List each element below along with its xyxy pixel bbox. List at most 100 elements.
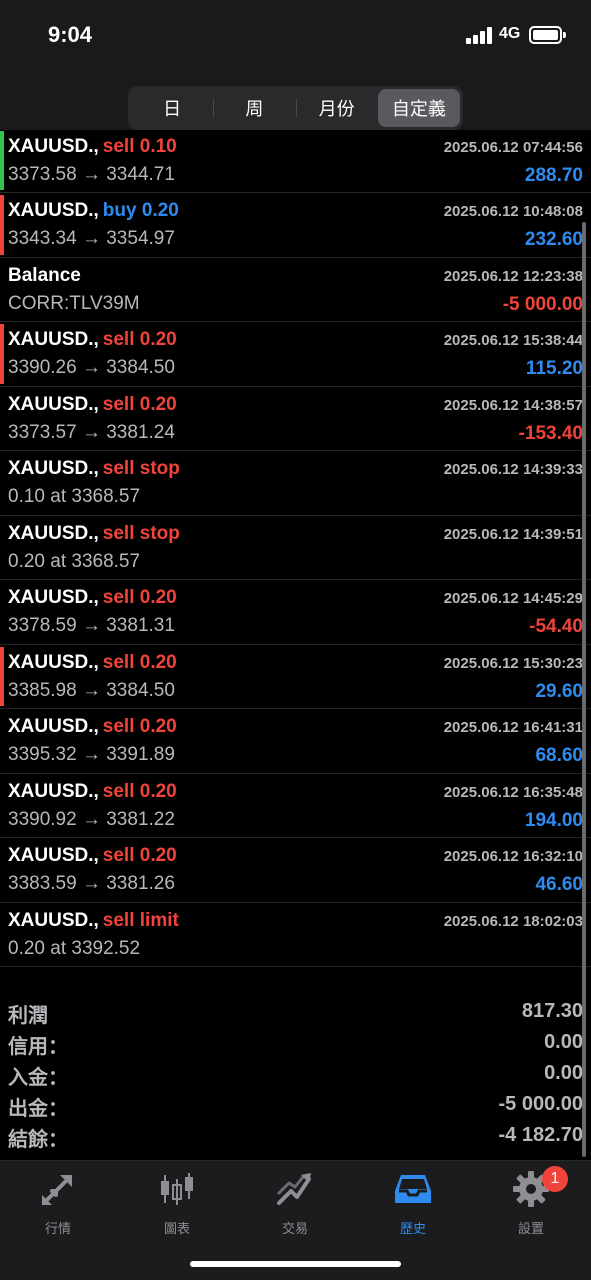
deal-symbol: XAUUSD.,	[8, 845, 99, 866]
deal-symbol: XAUUSD.,	[8, 458, 99, 479]
deal-detail: 3378.59 → 3381.31	[8, 615, 175, 636]
scrollbar[interactable]	[582, 222, 586, 1157]
history-inbox-icon	[395, 1175, 431, 1203]
clock: 9:04	[48, 22, 93, 47]
battery-icon	[529, 26, 566, 44]
deal-row[interactable]: XAUUSD., sell 0.20 3373.57 → 3381.24 2025.0…	[0, 387, 591, 451]
summary-label: 入金：	[8, 1065, 68, 1089]
deal-row[interactable]: Balance CORR:TLV39M 2025.06.12 12:23:38 -5 …	[0, 258, 591, 322]
deal-row[interactable]: XAUUSD., buy 0.20 3343.34 → 3354.97 2025.06…	[0, 193, 591, 258]
history-summary: 利潤 817.30 信用： 0.00 入金： 0.00 出金： -5 000.00 結餘： -4 …	[0, 997, 591, 1152]
summary-value: -4 182.70	[498, 1124, 583, 1146]
deal-time: 2025.06.12 16:35:48	[443, 783, 583, 801]
deal-time: 2025.06.12 14:39:51	[443, 525, 583, 543]
period-tab-month[interactable]: 月份	[295, 89, 378, 127]
deal-row[interactable]: XAUUSD., sell 0.20 3378.59 → 3381.31 2025.0…	[0, 580, 591, 645]
deal-time: 2025.06.12 14:45:29	[443, 590, 583, 607]
deal-detail: 3343.34 → 3354.97	[8, 228, 175, 249]
deal-detail: 0.20 at 3368.57	[8, 550, 141, 572]
deal-action: sell 0.20	[102, 393, 177, 415]
deal-time: 2025.06.12 16:32:10	[443, 848, 583, 865]
deal-time: 2025.06.12 18:02:03	[443, 912, 583, 930]
cellular-signal-icon	[466, 27, 494, 44]
deal-profit: 232.60	[524, 229, 583, 250]
candlestick-chart-icon	[161, 1173, 193, 1205]
deal-time: 2025.06.12 15:30:23	[443, 654, 583, 672]
deal-side-marker	[0, 130, 4, 190]
deal-symbol: XAUUSD.,	[8, 200, 99, 221]
deal-title: XAUUSD., buy 0.20	[8, 200, 179, 222]
deal-detail: CORR:TLV39M	[8, 292, 140, 314]
quotes-arrows-icon	[42, 1175, 72, 1205]
summary-label: 信用：	[8, 1034, 68, 1058]
period-tab-week[interactable]: 周	[213, 89, 295, 127]
deal-profit: 46.60	[535, 874, 583, 895]
deal-time: 2025.06.12 15:38:44	[443, 332, 583, 349]
deal-row[interactable]: XAUUSD., sell 0.20 3383.59 → 3381.26 2025.0…	[0, 838, 591, 903]
period-tab-custom[interactable]: 自定義	[377, 89, 460, 127]
deal-action: sell 0.20	[102, 716, 177, 737]
summary-label: 利潤	[8, 1003, 48, 1027]
deal-title: XAUUSD., sell 0.20	[8, 845, 177, 867]
deal-title: XAUUSD., sell limit	[8, 910, 179, 932]
deal-row[interactable]: XAUUSD., sell 0.20 3390.92 → 3381.22 2025.0…	[0, 774, 591, 838]
deal-symbol: XAUUSD.,	[8, 329, 99, 350]
tab-label: 行情	[44, 1222, 71, 1237]
deal-symbol: Balance	[8, 264, 81, 286]
deal-symbol: XAUUSD.,	[8, 587, 99, 608]
deal-side-marker	[0, 324, 4, 384]
tab-quotes[interactable]: 行情	[13, 1169, 103, 1237]
deal-symbol: XAUUSD.,	[8, 651, 99, 673]
deal-action: sell 0.10	[102, 135, 177, 157]
status-bar: 9:04 4G	[0, 0, 591, 72]
deal-symbol: XAUUSD.,	[8, 780, 99, 802]
deal-profit: 29.60	[535, 680, 583, 702]
deal-detail: 3373.57 → 3381.24	[8, 421, 175, 443]
deal-action: sell stop	[102, 458, 180, 479]
deal-row[interactable]: XAUUSD., sell 0.20 3390.26 → 3384.50 2025.0…	[0, 322, 591, 387]
deal-profit: -54.40	[529, 616, 583, 637]
trade-trend-icon	[277, 1173, 311, 1205]
home-indicator[interactable]	[190, 1261, 401, 1267]
deal-profit: -153.40	[518, 422, 583, 444]
deal-detail: 0.10 at 3368.57	[8, 486, 141, 507]
deal-action: sell stop	[102, 522, 180, 544]
deal-action: buy 0.20	[102, 200, 179, 221]
summary-value: 0.00	[544, 1062, 583, 1084]
deal-row[interactable]: XAUUSD., sell limit 0.20 at 3392.52 2025.06…	[0, 903, 591, 967]
deal-symbol: XAUUSD.,	[8, 716, 99, 737]
tab-label: 歷史	[399, 1222, 426, 1237]
tab-trade[interactable]: 交易	[250, 1169, 340, 1237]
summary-row: 利潤 817.30	[0, 997, 591, 1028]
deal-title: XAUUSD., sell 0.20	[8, 394, 177, 416]
deal-row[interactable]: XAUUSD., sell 0.20 3385.98 → 3384.50 2025.0…	[0, 645, 591, 709]
deal-detail: 3385.98 → 3384.50	[8, 679, 175, 701]
deal-action: sell 0.20	[102, 587, 177, 608]
deal-side-marker	[0, 646, 4, 706]
deal-row[interactable]: XAUUSD., sell 0.20 3395.32 → 3391.89 2025.0…	[0, 709, 591, 774]
tab-history[interactable]: 歷史	[368, 1169, 458, 1237]
summary-row: 入金： 0.00	[0, 1059, 591, 1090]
tab-label: 交易	[281, 1222, 308, 1237]
deal-symbol: XAUUSD.,	[8, 393, 99, 415]
deal-profit: 194.00	[524, 809, 583, 831]
deal-time: 2025.06.12 14:38:57	[443, 396, 583, 414]
deal-title: XAUUSD., sell 0.20	[8, 652, 177, 674]
summary-row: 出金： -5 000.00	[0, 1090, 591, 1121]
network-type: 4G	[499, 25, 521, 42]
deal-detail: 3383.59 → 3381.26	[8, 873, 175, 894]
deal-title: XAUUSD., sell 0.20	[8, 587, 177, 609]
history-deal-list: 3378.65 → 3377.4112.40XAUUSD.,sell 0.103…	[0, 64, 591, 967]
deal-time: 2025.06.12 07:44:56	[443, 138, 583, 156]
deal-row[interactable]: XAUUSD., sell 0.10 3373.58 → 3344.71 2025.0…	[0, 129, 591, 193]
deal-detail: 3390.26 → 3384.50	[8, 357, 175, 378]
deal-row[interactable]: XAUUSD., sell stop 0.20 at 3368.57 2025.06.…	[0, 516, 591, 580]
deal-profit: -5 000.00	[502, 293, 583, 315]
tab-charts[interactable]: 圖表	[132, 1169, 222, 1237]
deal-action: sell 0.20	[102, 651, 177, 673]
summary-row: 結餘： -4 182.70	[0, 1121, 591, 1152]
period-tab-day[interactable]: 日	[131, 89, 213, 127]
period-segmented-control: 日 周 月份 自定義	[128, 86, 463, 130]
deal-row[interactable]: XAUUSD., sell stop 0.10 at 3368.57 2025.06.…	[0, 451, 591, 516]
summary-value: -5 000.00	[498, 1093, 583, 1115]
